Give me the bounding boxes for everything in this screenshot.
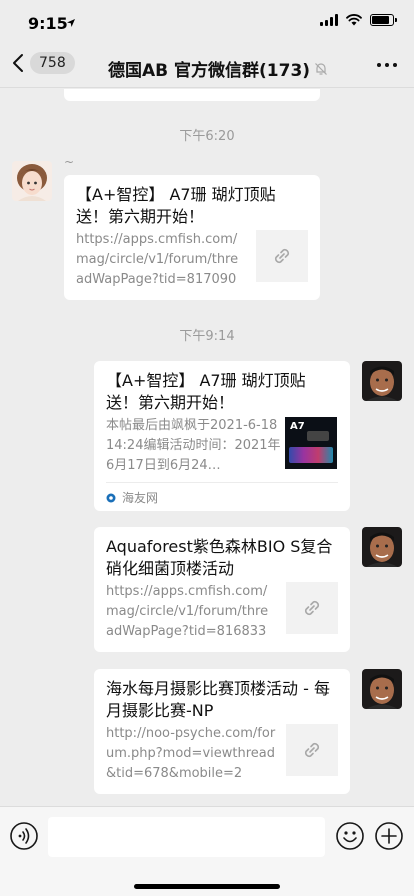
input-bar [0, 806, 414, 896]
link-icon [304, 742, 320, 758]
chat-area[interactable]: 下午6:20 ~ 【A+智控】 A7珊 瑚灯顶贴送！第六期开始！ https:/… [0, 89, 414, 806]
link-thumbnail [286, 724, 338, 776]
chat-title: 德国AB 官方微信群(173) [108, 56, 328, 81]
emoji-icon [336, 822, 364, 850]
link-icon [304, 600, 320, 616]
link-icon [274, 248, 290, 264]
back-button[interactable]: 758 [12, 52, 75, 74]
card-title: 海水每月摄影比赛顶楼活动 - 每月摄影比赛-NP [106, 679, 330, 720]
previous-message-bubble[interactable] [64, 89, 320, 101]
card-url: http://noo-psyche.com/forum.php?mod=view… [106, 726, 276, 781]
card-title: 【A+智控】 A7珊 瑚灯顶贴送！第六期开始！ [76, 185, 276, 226]
card-url: https://apps.cmfish.com/mag/circle/v1/fo… [106, 584, 269, 639]
time-label: 下午6:20 [179, 129, 235, 144]
plus-icon [375, 822, 403, 850]
card-separator [106, 482, 338, 483]
my-avatar[interactable] [362, 361, 402, 401]
my-avatar[interactable] [362, 669, 402, 709]
back-chevron-icon [13, 54, 23, 72]
emoji-button[interactable] [335, 821, 365, 855]
home-indicator [134, 884, 280, 889]
source-name: 海友网 [122, 491, 159, 505]
unread-badge: 758 [30, 52, 75, 74]
voice-icon [10, 822, 38, 850]
voice-input-button[interactable] [9, 821, 39, 855]
wifi-icon [346, 14, 362, 26]
link-thumbnail [256, 230, 308, 282]
product-thumbnail: A7 [285, 417, 337, 469]
message-input[interactable] [48, 817, 325, 857]
card-url: https://apps.cmfish.com/mag/circle/v1/fo… [76, 232, 239, 287]
card-title: Aquaforest紫色森林BIO S复合硝化细菌顶楼活动 [106, 537, 333, 578]
link-card[interactable]: 【A+智控】 A7珊 瑚灯顶贴送！第六期开始！ 本帖最后由飒枫于2021-6-1… [94, 361, 350, 511]
sender-name: ~ [64, 155, 75, 169]
chat-title-text: 德国AB 官方微信群(173) [108, 61, 311, 81]
link-card[interactable]: 【A+智控】 A7珊 瑚灯顶贴送！第六期开始！ https://apps.cmf… [64, 175, 320, 300]
card-description: 本帖最后由飒枫于2021-6-1814:24编辑活动时间：2021年6月17日到… [106, 418, 281, 473]
more-options-button[interactable] [376, 54, 398, 80]
mute-bell-icon [315, 62, 327, 75]
more-dots-icon [377, 63, 397, 67]
status-time: 9:15 [28, 14, 68, 33]
source-logo-icon [106, 493, 116, 502]
status-bar: 9:15 [0, 0, 414, 44]
location-arrow-icon [67, 19, 75, 27]
thumbnail-label: A7 [290, 421, 305, 432]
link-thumbnail [286, 582, 338, 634]
link-card[interactable]: 海水每月摄影比赛顶楼活动 - 每月摄影比赛-NP http://noo-psyc… [94, 669, 350, 794]
time-label: 下午9:14 [179, 329, 235, 344]
link-card[interactable]: Aquaforest紫色森林BIO S复合硝化细菌顶楼活动 https://ap… [94, 527, 350, 652]
cellular-signal-icon [320, 14, 338, 26]
add-more-button[interactable] [374, 821, 404, 855]
my-avatar[interactable] [362, 527, 402, 567]
card-title: 【A+智控】 A7珊 瑚灯顶贴送！第六期开始！ [106, 371, 306, 412]
sender-avatar[interactable] [12, 161, 52, 201]
battery-icon [370, 14, 397, 26]
nav-bar: 758 德国AB 官方微信群(173) [0, 44, 414, 88]
card-source: 海友网 [106, 489, 158, 506]
